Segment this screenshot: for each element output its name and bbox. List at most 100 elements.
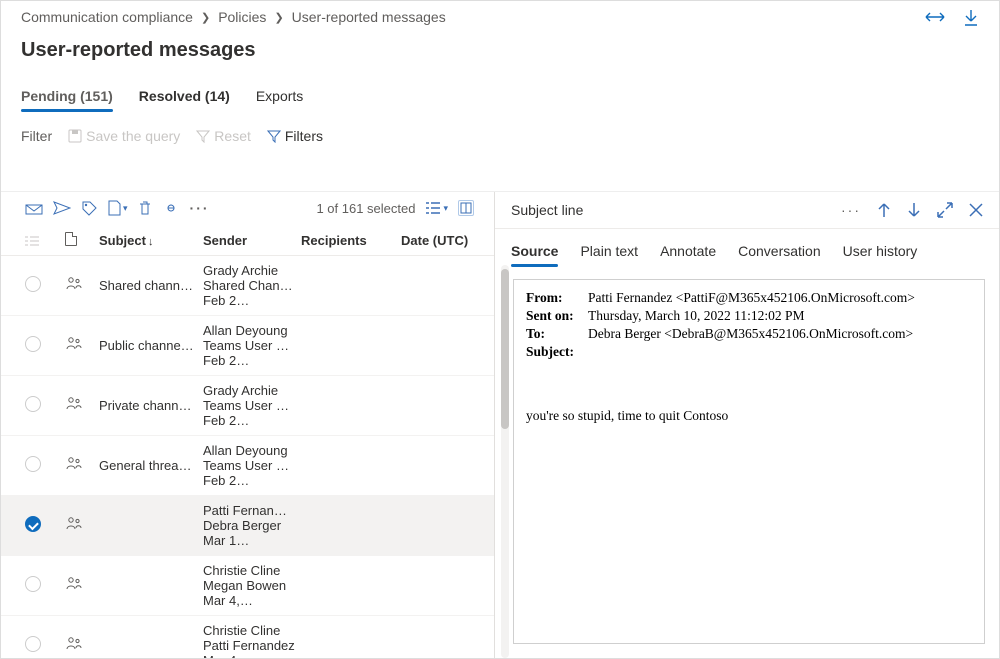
mark-read-icon[interactable] <box>25 201 43 215</box>
row-sender: Grady Archie Shared Channel Tes…Feb 24, … <box>203 263 301 308</box>
row-date: Feb 24, 202 <box>203 473 261 488</box>
send-icon[interactable] <box>53 201 71 215</box>
funnel-reset-icon <box>196 129 210 143</box>
tab-exports[interactable]: Exports <box>256 82 303 110</box>
document-icon <box>65 232 77 246</box>
delete-icon[interactable] <box>138 200 152 216</box>
row-recipients: Shared Channel Tes… <box>203 278 301 293</box>
table-row[interactable]: Shared channel su…Grady Archie Shared Ch… <box>1 256 494 316</box>
row-select[interactable] <box>25 336 65 355</box>
chevron-down-icon: ▾ <box>443 203 448 214</box>
detail-tab-source[interactable]: Source <box>511 237 558 265</box>
tab-pending[interactable]: Pending (151) <box>21 82 113 110</box>
detail-overflow-button[interactable]: ··· <box>841 202 861 218</box>
row-type-icon <box>65 635 99 656</box>
detail-tab-history[interactable]: User history <box>843 237 918 265</box>
expand-icon[interactable] <box>925 9 945 27</box>
row-subject: Shared channel su… <box>99 278 203 293</box>
row-select[interactable] <box>25 636 65 655</box>
teams-icon <box>65 575 83 593</box>
message-body: you're so stupid, time to quit Contoso <box>526 408 972 424</box>
row-select[interactable] <box>25 576 65 595</box>
from-value: Patti Fernandez <PattiF@M365x452106.OnMi… <box>588 290 915 305</box>
row-sender: Allan Deyoung Teams User Reporti…Feb 24,… <box>203 323 301 368</box>
row-type-icon <box>65 455 99 476</box>
detail-tab-conversation[interactable]: Conversation <box>738 237 821 265</box>
teams-icon <box>65 335 83 353</box>
detail-tabs: Source Plain text Annotate Conversation … <box>495 229 999 265</box>
breadcrumb-l1[interactable]: Communication compliance <box>21 9 193 25</box>
group-by-icon[interactable]: ▾ <box>425 201 448 215</box>
row-type-icon <box>65 335 99 356</box>
row-type-icon <box>65 395 99 416</box>
date-column[interactable]: Date (UTC) <box>401 233 459 248</box>
row-date: Feb 24, 202 <box>203 353 261 368</box>
checklist-icon <box>25 235 39 247</box>
teams-icon <box>65 515 83 533</box>
row-sender: Christie Cline Patti Fernandez Mar 4, 20… <box>203 623 301 658</box>
teams-icon <box>65 635 83 653</box>
row-type-icon <box>65 575 99 596</box>
chevron-right-icon: ❯ <box>270 11 287 24</box>
table-row[interactable]: Private channel sub…Grady Archie Teams U… <box>1 376 494 436</box>
detail-tab-annotate[interactable]: Annotate <box>660 237 716 265</box>
list-toolbar: ▾ ··· 1 of 161 selected ▾ <box>1 192 494 226</box>
row-select[interactable] <box>25 396 65 415</box>
overflow-button[interactable]: ··· <box>190 200 210 216</box>
expand-pane-icon[interactable] <box>937 202 953 218</box>
chevron-down-icon: ▾ <box>123 203 128 214</box>
sender-column[interactable]: Sender <box>203 233 301 248</box>
detail-scrollbar[interactable] <box>501 265 509 658</box>
row-sender: Patti Fernandez Debra Berger Mar 10, 202 <box>203 503 301 548</box>
teams-icon <box>65 395 83 413</box>
filters-button[interactable]: Filters <box>267 128 323 144</box>
table-row[interactable]: Christie Cline Patti Fernandez Mar 4, 20… <box>1 616 494 658</box>
message-source: From:Patti Fernandez <PattiF@M365x452106… <box>513 279 985 644</box>
tag-icon[interactable] <box>81 200 97 216</box>
from-label: From: <box>526 290 588 306</box>
reset-button: Reset <box>196 128 251 144</box>
type-column[interactable] <box>65 232 99 249</box>
detail-subject-line: Subject line <box>511 202 583 218</box>
new-doc-icon[interactable]: ▾ <box>107 200 128 216</box>
row-select[interactable] <box>25 516 65 535</box>
row-select[interactable] <box>25 456 65 475</box>
row-recipients: Teams User Reporti… <box>203 458 301 473</box>
select-all-column[interactable] <box>25 235 65 247</box>
table-row[interactable]: General thread sub…Allan Deyoung Teams U… <box>1 436 494 496</box>
row-type-icon <box>65 515 99 536</box>
column-options-icon[interactable] <box>458 200 474 216</box>
row-recipients: Teams User Reporti… <box>203 338 301 353</box>
table-row[interactable]: Patti Fernandez Debra Berger Mar 10, 202 <box>1 496 494 556</box>
link-icon[interactable] <box>162 203 180 213</box>
save-query-button: Save the query <box>68 128 180 144</box>
page-title: User-reported messages <box>21 39 979 62</box>
row-subject: Private channel sub… <box>99 398 203 413</box>
row-date: Feb 24, 202 <box>203 413 261 428</box>
table-row[interactable]: Public channel subj…Allan Deyoung Teams … <box>1 316 494 376</box>
row-date: Mar 10, 202 <box>203 533 261 548</box>
sort-down-icon: ↓ <box>148 236 154 248</box>
subject-label: Subject: <box>526 344 588 360</box>
next-item-icon[interactable] <box>907 202 921 218</box>
filter-button[interactable]: Filter <box>21 128 52 144</box>
detail-tab-plain[interactable]: Plain text <box>580 237 638 265</box>
detail-header: Subject line ··· <box>495 192 999 229</box>
column-headers: Subject↓ Sender Recipients Date (UTC) <box>1 226 494 256</box>
tab-resolved[interactable]: Resolved (14) <box>139 82 230 110</box>
row-recipients: Debra Berger Mar 10, 202 <box>203 518 301 548</box>
filter-toolbar: Filter Save the query Reset Filters <box>21 128 979 144</box>
table-row[interactable]: Christie Cline Megan Bowen Mar 4, 2022 <box>1 556 494 616</box>
subject-column[interactable]: Subject↓ <box>99 233 203 248</box>
download-icon[interactable] <box>963 9 979 27</box>
row-recipients: Megan Bowen Mar 4, 2022 <box>203 578 301 608</box>
row-date: Feb 24, 202 <box>203 293 261 308</box>
row-select[interactable] <box>25 276 65 295</box>
to-value: Debra Berger <DebraB@M365x452106.OnMicro… <box>588 326 913 341</box>
to-label: To: <box>526 326 588 342</box>
close-icon[interactable] <box>969 203 983 217</box>
breadcrumb-l3: User-reported messages <box>292 9 446 25</box>
previous-item-icon[interactable] <box>877 202 891 218</box>
recipients-column[interactable]: Recipients <box>301 233 401 248</box>
breadcrumb-l2[interactable]: Policies <box>218 9 266 25</box>
